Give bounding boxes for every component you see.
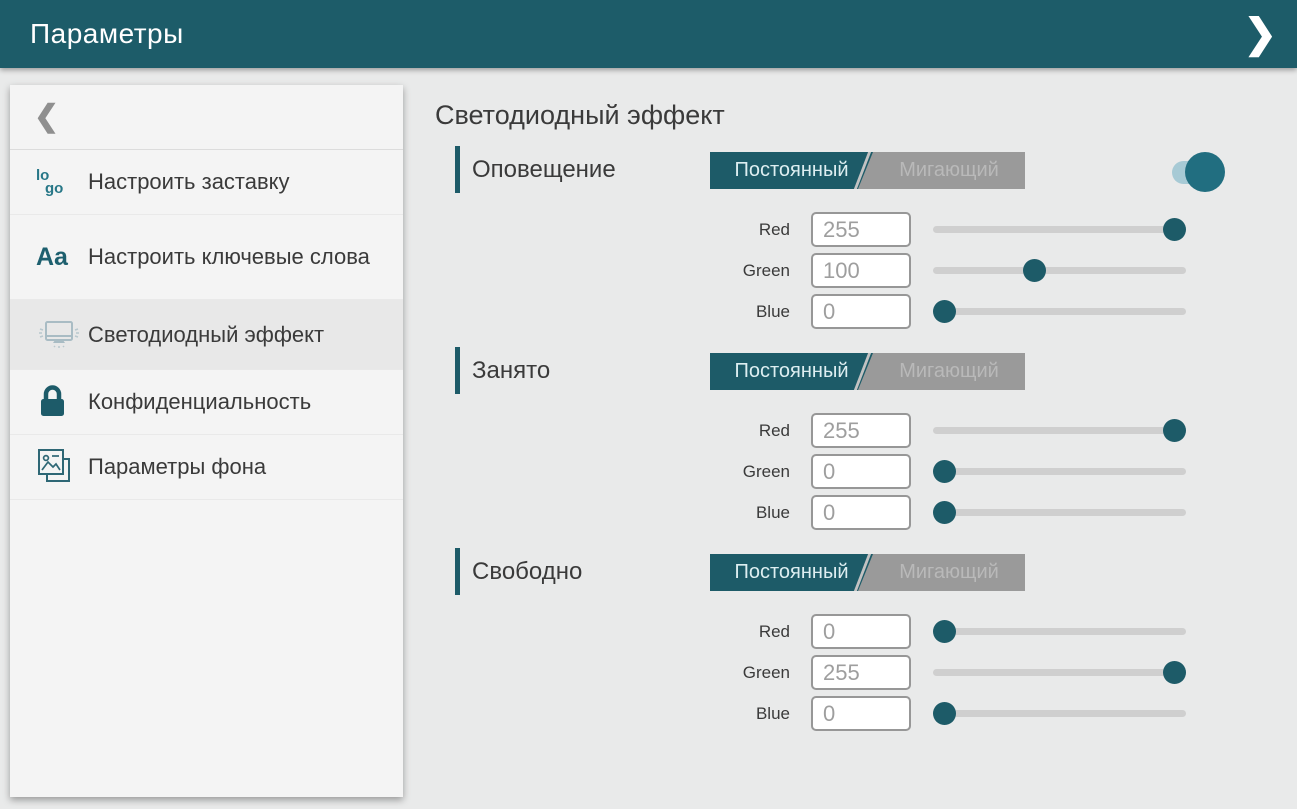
green-label: Green [435, 462, 790, 482]
slider-track [933, 468, 1186, 475]
mode-toggle-notification: Постоянный Мигающий [710, 152, 1025, 189]
constant-mode-button[interactable]: Постоянный [710, 554, 873, 591]
red-input[interactable] [811, 413, 911, 448]
blinking-mode-button[interactable]: Мигающий [873, 152, 1025, 189]
slider-thumb[interactable] [933, 300, 956, 323]
keywords-icon: Aa [36, 243, 88, 272]
green-slider[interactable] [933, 454, 1186, 489]
blue-input[interactable] [811, 294, 911, 329]
red-input[interactable] [811, 614, 911, 649]
green-slider[interactable] [933, 253, 1186, 288]
blue-label: Blue [435, 704, 790, 724]
green-input[interactable] [811, 454, 911, 489]
blinking-mode-button[interactable]: Мигающий [873, 554, 1025, 591]
green-input[interactable] [811, 655, 911, 690]
slider-thumb[interactable] [933, 620, 956, 643]
section-accent-bar [455, 548, 460, 595]
slider-thumb[interactable] [1163, 419, 1186, 442]
section-notification: Оповещение Постоянный Мигающий Red [435, 146, 1265, 329]
sidebar-item-label: Параметры фона [88, 453, 266, 481]
slider-thumb[interactable] [933, 460, 956, 483]
sidebar-item-label: Светодиодный эффект [88, 321, 324, 349]
led-effect-panel: Светодиодный эффект Оповещение Постоянны… [435, 100, 1265, 737]
blue-label: Blue [435, 302, 790, 322]
constant-mode-button[interactable]: Постоянный [710, 152, 873, 189]
app-title: Параметры [30, 18, 184, 50]
blue-slider[interactable] [933, 294, 1186, 329]
section-label: Оповещение [472, 156, 616, 184]
slider-thumb[interactable] [933, 702, 956, 725]
slider-track [933, 267, 1186, 274]
mode-toggle-busy: Постоянный Мигающий [710, 353, 1025, 390]
red-slider[interactable] [933, 614, 1186, 649]
blue-input[interactable] [811, 495, 911, 530]
section-label: Занято [472, 357, 550, 385]
blue-label: Blue [435, 503, 790, 523]
sidebar-collapse-button[interactable]: ❮ [10, 85, 403, 150]
slider-thumb[interactable] [1163, 218, 1186, 241]
red-label: Red [435, 220, 790, 240]
red-input[interactable] [811, 212, 911, 247]
monitor-icon [36, 317, 88, 353]
sidebar: ❮ lo go Настроить заставку Aa Настроить … [10, 85, 403, 797]
red-slider[interactable] [933, 212, 1186, 247]
notification-led-switch[interactable] [1172, 152, 1225, 192]
blue-slider[interactable] [933, 696, 1186, 731]
section-free: Свободно Постоянный Мигающий Red Green [435, 548, 1265, 731]
green-label: Green [435, 261, 790, 281]
slider-track [933, 308, 1186, 315]
sidebar-item-label: Конфиденциальность [88, 388, 311, 416]
sidebar-item-led-effect[interactable]: Светодиодный эффект [10, 300, 403, 370]
green-input[interactable] [811, 253, 911, 288]
slider-track [933, 669, 1186, 676]
section-accent-bar [455, 347, 460, 394]
switch-knob [1185, 152, 1225, 192]
sidebar-item-privacy[interactable]: Конфиденциальность [10, 370, 403, 435]
slider-track [933, 710, 1186, 717]
blinking-mode-button[interactable]: Мигающий [873, 353, 1025, 390]
red-slider[interactable] [933, 413, 1186, 448]
section-busy: Занято Постоянный Мигающий Red Green [435, 347, 1265, 530]
slider-thumb[interactable] [1023, 259, 1046, 282]
slider-thumb[interactable] [1163, 661, 1186, 684]
section-label: Свободно [472, 558, 582, 586]
logo-icon: lo go [36, 169, 88, 195]
slider-track [933, 509, 1186, 516]
header-bar: Параметры ❯ [0, 0, 1297, 68]
chevron-right-icon[interactable]: ❯ [1243, 14, 1277, 54]
lock-icon [36, 384, 88, 420]
green-slider[interactable] [933, 655, 1186, 690]
green-label: Green [435, 663, 790, 683]
slider-track [933, 628, 1186, 635]
sidebar-item-screensaver[interactable]: lo go Настроить заставку [10, 150, 403, 215]
page-title: Светодиодный эффект [435, 100, 1265, 131]
slider-track [933, 427, 1186, 434]
slider-track [933, 226, 1186, 233]
mode-toggle-free: Постоянный Мигающий [710, 554, 1025, 591]
sidebar-item-background[interactable]: Параметры фона [10, 435, 403, 500]
images-icon [36, 447, 88, 487]
blue-slider[interactable] [933, 495, 1186, 530]
chevron-left-icon: ❮ [34, 102, 59, 132]
sidebar-item-label: Настроить ключевые слова [88, 243, 370, 271]
slider-thumb[interactable] [933, 501, 956, 524]
sidebar-item-keywords[interactable]: Aa Настроить ключевые слова [10, 215, 403, 300]
red-label: Red [435, 421, 790, 441]
section-accent-bar [455, 146, 460, 193]
constant-mode-button[interactable]: Постоянный [710, 353, 873, 390]
sidebar-item-label: Настроить заставку [88, 168, 290, 196]
red-label: Red [435, 622, 790, 642]
blue-input[interactable] [811, 696, 911, 731]
